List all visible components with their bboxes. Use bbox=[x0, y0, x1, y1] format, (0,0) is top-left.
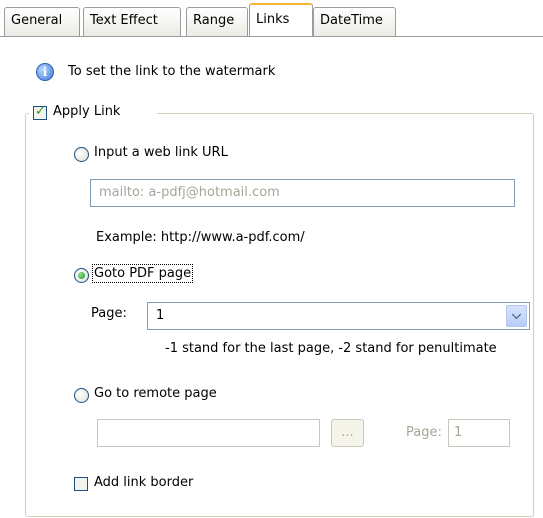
info-text: To set the link to the watermark bbox=[68, 64, 276, 79]
tab-divider bbox=[0, 36, 543, 37]
apply-link-checkbox[interactable]: ✓ bbox=[33, 104, 47, 120]
add-border-label[interactable]: Add link border bbox=[94, 475, 193, 490]
tab-text-effect-label: Text Effect bbox=[90, 13, 158, 28]
goto-pdf-page-label: Page: bbox=[91, 306, 127, 321]
remote-page-input[interactable]: 1 bbox=[448, 419, 510, 447]
goto-pdf-hint: -1 stand for the last page, -2 stand for… bbox=[165, 341, 497, 356]
goto-pdf-page-value: 1 bbox=[156, 308, 165, 323]
tab-links-label: Links bbox=[256, 12, 290, 27]
apply-link-label[interactable]: Apply Link bbox=[53, 104, 120, 119]
remote-page-label[interactable]: Go to remote page bbox=[94, 386, 217, 401]
goto-pdf-page-select[interactable]: 1 bbox=[147, 302, 530, 330]
remote-file-input[interactable] bbox=[97, 419, 320, 447]
tab-links[interactable]: Links bbox=[249, 3, 313, 37]
web-link-input[interactable]: mailto: a-pdfj@hotmail.com bbox=[90, 179, 515, 207]
tab-general[interactable]: General bbox=[4, 7, 80, 36]
info-icon bbox=[36, 63, 54, 81]
radio-selected-dot bbox=[78, 272, 85, 279]
add-border-checkbox[interactable] bbox=[74, 477, 88, 491]
tab-range-label: Range bbox=[193, 13, 235, 28]
tab-datetime[interactable]: DateTime bbox=[313, 7, 396, 36]
tab-general-label: General bbox=[11, 13, 63, 28]
tab-datetime-label: DateTime bbox=[320, 13, 383, 28]
dropdown-button[interactable] bbox=[506, 305, 527, 327]
remote-page-radio[interactable] bbox=[74, 388, 89, 403]
web-link-radio[interactable] bbox=[74, 147, 89, 162]
chevron-down-icon bbox=[511, 309, 522, 320]
tab-strip: General Text Effect Range DateTime Links bbox=[0, 0, 543, 37]
goto-pdf-radio[interactable] bbox=[74, 268, 89, 283]
web-link-example: Example: http://www.a-pdf.com/ bbox=[96, 230, 305, 245]
browse-button[interactable]: ... bbox=[331, 419, 364, 447]
goto-pdf-label[interactable]: Goto PDF page bbox=[91, 264, 194, 283]
web-link-label[interactable]: Input a web link URL bbox=[94, 145, 228, 160]
remote-page-label-text: Page: bbox=[406, 425, 442, 440]
tab-range[interactable]: Range bbox=[186, 7, 248, 36]
check-icon: ✓ bbox=[35, 104, 46, 119]
tab-text-effect[interactable]: Text Effect bbox=[83, 7, 181, 36]
